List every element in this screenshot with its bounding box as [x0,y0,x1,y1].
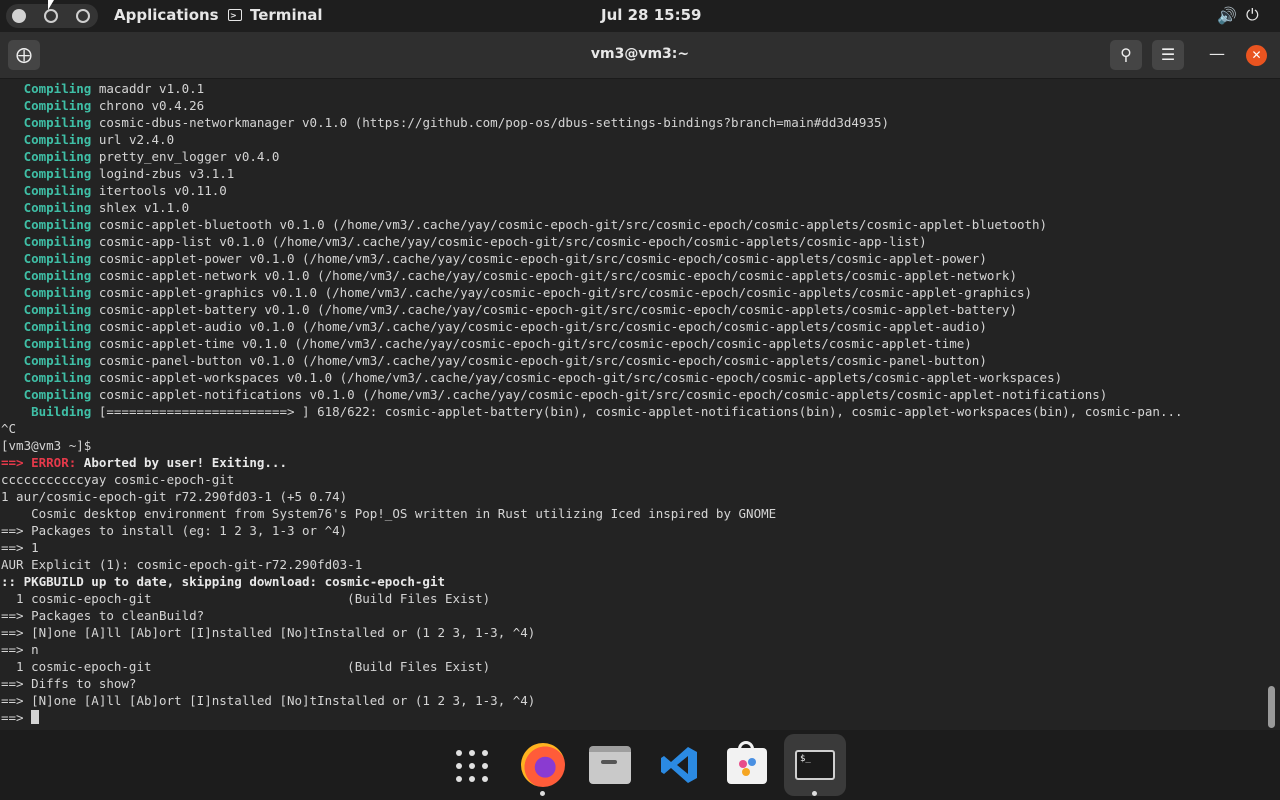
applications-menu[interactable]: Applications [114,6,219,24]
workspace-1-icon[interactable] [12,9,26,23]
terminal-small-icon: > [228,9,242,21]
terminal-line: Compiling cosmic-applet-graphics v0.1.0 … [1,285,1033,300]
vscode-icon[interactable] [648,734,710,796]
terminal-line: ==> Packages to install (eg: 1 2 3, 1-3 … [1,523,348,538]
workspace-2-icon[interactable] [44,9,58,23]
terminal-line: cccccccccccyay cosmic-epoch-git [1,472,235,487]
volume-icon[interactable]: 🔊 [1217,6,1237,25]
text-cursor [31,710,40,724]
app-store-icon[interactable] [716,734,778,796]
terminal-line: Compiling cosmic-applet-battery v0.1.0 (… [1,302,1017,317]
terminal-line: Compiling cosmic-dbus-networkmanager v0.… [1,115,890,130]
terminal-line: Compiling cosmic-applet-workspaces v0.1.… [1,370,1063,385]
terminal-line: Compiling url v2.4.0 [1,132,175,147]
top-panel: Applications > Terminal Jul 28 15:59 🔊 ⏻ [0,0,1280,32]
menu-icon[interactable]: ☰ [1152,40,1184,70]
terminal-line: Compiling cosmic-app-list v0.1.0 (/home/… [1,234,927,249]
terminal-line: Compiling macaddr v1.0.1 [1,81,205,96]
close-icon[interactable]: ✕ [1246,45,1267,66]
mouse-cursor [48,0,54,10]
terminal-line: 1 aur/cosmic-epoch-git r72.290fd03-1 (+5… [1,489,348,504]
terminal-line: :: PKGBUILD up to date, skipping downloa… [1,574,446,589]
terminal-line: [vm3@vm3 ~]$ [1,438,92,453]
terminal-line: ==> Packages to cleanBuild? [1,608,205,623]
running-indicator [540,791,545,796]
terminal-line: ==> 1 [1,540,39,555]
terminal-line: ==> [1,709,40,726]
power-icon[interactable]: ⏻ [1246,5,1259,25]
terminal-line: ^C [1,421,17,436]
terminal-line: Compiling cosmic-panel-button v0.1.0 (/h… [1,353,987,368]
active-app-label: Terminal [250,6,323,24]
clock[interactable]: Jul 28 15:59 [601,6,701,24]
running-indicator [812,791,817,796]
terminal-line: 1 cosmic-epoch-git (Build Files Exist) [1,659,491,674]
terminal-line: AUR Explicit (1): cosmic-epoch-git-r72.2… [1,557,363,572]
terminal-line: Building [========================> ] 61… [1,404,1183,419]
search-icon[interactable]: ⚲ [1110,40,1142,70]
terminal-output[interactable]: Compiling macaddr v1.0.1 Compiling chron… [0,79,1280,730]
window-title: vm3@vm3:~ [590,46,690,62]
files-icon[interactable] [580,734,642,796]
workspace-3-icon[interactable] [76,9,90,23]
terminal-line: Compiling chrono v0.4.26 [1,98,205,113]
terminal-line: ==> Diffs to show? [1,676,137,691]
window-header: ⨁ vm3@vm3:~ ⚲ ☰ — ✕ [0,32,1280,79]
terminal-line: Compiling cosmic-applet-notifications v0… [1,387,1108,402]
app-grid-icon[interactable] [440,734,502,796]
terminal-line: ==> n [1,642,39,657]
terminal-line: Compiling cosmic-applet-time v0.1.0 (/ho… [1,336,972,351]
terminal-line: ==> [N]one [A]ll [Ab]ort [I]nstalled [No… [1,693,536,708]
terminal-line: ==> [N]one [A]ll [Ab]ort [I]nstalled [No… [1,625,536,640]
terminal-line: Compiling cosmic-applet-bluetooth v0.1.0… [1,217,1048,232]
active-app-menu[interactable]: > Terminal [228,6,323,24]
terminal-icon[interactable]: $_ [784,734,846,796]
terminal-line: Compiling pretty_env_logger v0.4.0 [1,149,280,164]
firefox-icon[interactable] [512,734,574,796]
terminal-line: Compiling itertools v0.11.0 [1,183,227,198]
terminal-line: Compiling cosmic-applet-power v0.1.0 (/h… [1,251,987,266]
terminal-line: ==> ERROR: Aborted by user! Exiting... [1,455,287,470]
terminal-line: Compiling cosmic-applet-network v0.1.0 (… [1,268,1017,283]
terminal-line: Cosmic desktop environment from System76… [1,506,777,521]
terminal-line: Compiling logind-zbus v3.1.1 [1,166,235,181]
terminal-line: 1 cosmic-epoch-git (Build Files Exist) [1,591,491,606]
terminal-line: Compiling cosmic-applet-audio v0.1.0 (/h… [1,319,987,334]
terminal-line: Compiling shlex v1.1.0 [1,200,190,215]
minimize-icon[interactable]: — [1209,44,1225,63]
scrollbar[interactable] [1268,686,1275,728]
